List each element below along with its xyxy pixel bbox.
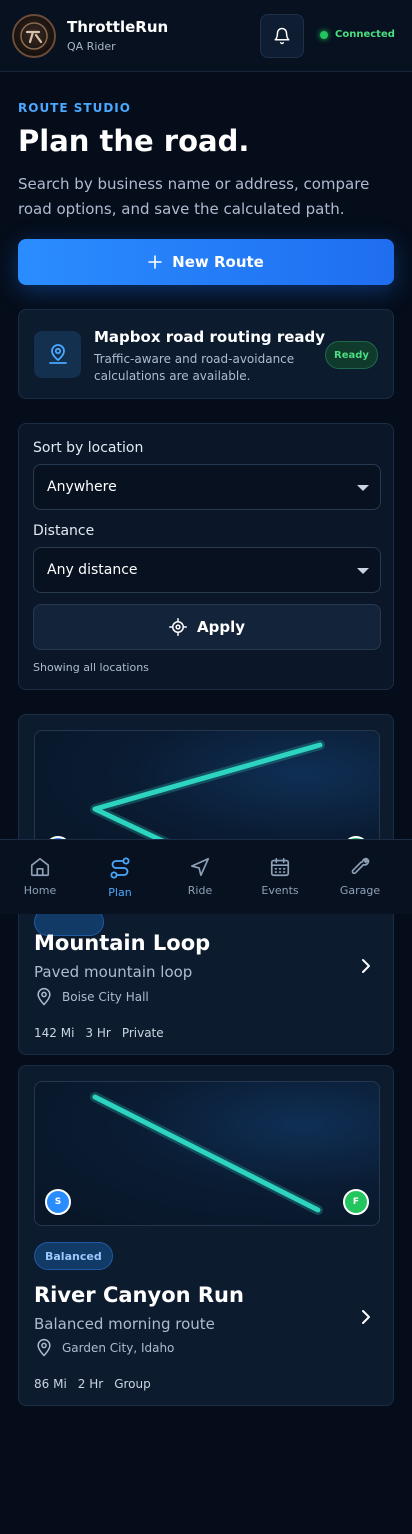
nav-item-plan[interactable]: Plan [80, 840, 160, 914]
distance-select[interactable]: Any distance [33, 547, 381, 593]
distance-value: Any distance [47, 562, 138, 578]
brand-logo [12, 13, 56, 58]
nav-label: Events [261, 884, 299, 897]
route-name: Mountain Loop [34, 931, 211, 955]
nav-item-events[interactable]: Events [240, 840, 320, 914]
wrench-icon [351, 857, 370, 875]
page-description: Search by business name or address, comp… [18, 175, 370, 218]
chevron-right-icon[interactable] [358, 1308, 374, 1326]
route-description: Balanced morning route [34, 1315, 215, 1333]
nav-label: Garage [339, 884, 381, 897]
route-location: Garden City, Idaho [34, 1337, 174, 1359]
app-header: ThrottleRun QA Rider Connected [0, 0, 412, 72]
bottom-nav: Home Plan Ride Events Garage [0, 839, 412, 914]
apply-button[interactable]: Apply [33, 604, 381, 650]
dropdown-caret-icon [357, 568, 369, 574]
sort-location-value: Anywhere [47, 479, 117, 495]
map-pin-icon [37, 987, 51, 1006]
route-line [90, 1092, 323, 1215]
plus-icon [148, 255, 162, 269]
section-eyebrow: ROUTE STUDIO [18, 101, 131, 115]
route-duration: 3 Hr [85, 1026, 111, 1040]
nav-label: Home [23, 884, 57, 897]
routing-status-card: Mapbox road routing ready Traffic-aware … [18, 309, 394, 399]
brand-block: ThrottleRun QA Rider [67, 18, 168, 53]
apply-label: Apply [196, 618, 245, 636]
app-name: ThrottleRun [67, 18, 169, 36]
status-dot [320, 30, 328, 39]
dropdown-caret-icon [357, 485, 369, 491]
route-card[interactable]: S F Balanced River Canyon Run Balanced m… [18, 1065, 394, 1406]
route-location-text: Garden City, Idaho [62, 1341, 175, 1355]
routing-status-title: Mapbox road routing ready [94, 328, 326, 346]
home-icon [30, 857, 50, 877]
route-location-text: Boise City Hall [62, 990, 149, 1004]
route-tag: Balanced [34, 1242, 113, 1270]
route-description: Paved mountain loop [34, 963, 193, 981]
route-visibility: Group [114, 1377, 151, 1391]
crosshair-icon [168, 618, 187, 636]
nav-label: Ride [187, 884, 213, 897]
route-visibility: Private [121, 1026, 164, 1040]
route-distance: 142 Mi [34, 1026, 75, 1040]
location-person-icon [48, 343, 67, 364]
bell-icon [274, 27, 290, 45]
map-pin-icon [37, 1338, 51, 1357]
nav-item-ride[interactable]: Ride [160, 840, 240, 914]
connection-status: Connected [320, 29, 395, 40]
nav-label: Plan [108, 886, 132, 899]
showing-text: Showing all locations [33, 661, 149, 674]
navigation-icon [190, 857, 210, 877]
filter-card: Sort by location Anywhere Distance Any d… [18, 423, 394, 690]
chevron-right-icon[interactable] [358, 957, 374, 975]
nav-item-garage[interactable]: Garage [320, 840, 400, 914]
distance-label: Distance [33, 523, 95, 539]
new-route-button[interactable]: New Route [18, 239, 394, 285]
finish-pin: F [343, 1189, 369, 1215]
sort-label: Sort by location [33, 440, 144, 456]
route-duration: 2 Hr [77, 1377, 104, 1391]
connection-label: Connected [335, 29, 395, 40]
route-distance: 86 Mi [34, 1377, 67, 1391]
nav-item-home[interactable]: Home [0, 840, 80, 914]
status-badge: Ready [325, 341, 378, 369]
routing-status-text: Traffic-aware and road-avoidance calcula… [94, 352, 295, 383]
start-pin: S [45, 1189, 71, 1215]
route-meta: 142 Mi 3 Hr Private [34, 1026, 164, 1040]
notifications-button[interactable] [260, 14, 304, 58]
route-name: River Canyon Run [34, 1283, 244, 1307]
map-pin-icon-box [34, 331, 81, 378]
page-title: Plan the road. [18, 124, 250, 158]
calendar-icon [270, 857, 290, 877]
user-role: QA Rider [67, 40, 116, 53]
route-map-preview: S F [34, 1081, 380, 1226]
route-meta: 86 Mi 2 Hr Group [34, 1377, 151, 1391]
new-route-label: New Route [172, 253, 264, 271]
sort-location-select[interactable]: Anywhere [33, 464, 381, 510]
route-location: Boise City Hall [34, 986, 149, 1008]
route-icon [110, 857, 130, 879]
